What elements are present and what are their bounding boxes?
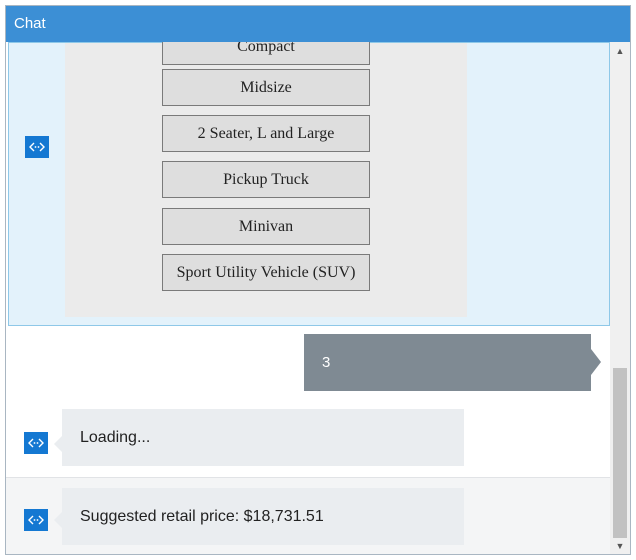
bot-message-loading: Loading...: [62, 409, 464, 466]
choice-minivan[interactable]: Minivan: [162, 208, 370, 245]
choice-2-seater[interactable]: 2 Seater, L and Large: [162, 115, 370, 152]
choice-midsize[interactable]: Midsize: [162, 69, 370, 106]
bot-message-tail: [54, 436, 62, 452]
bot-message-choices[interactable]: Compact Midsize 2 Seater, L and Large Pi…: [8, 42, 610, 326]
bot-message-tail: [54, 512, 62, 528]
user-message: 3: [304, 334, 591, 391]
bot-message-result: Suggested retail price: $18,731.51: [62, 488, 464, 545]
user-message-tail: [591, 349, 601, 375]
choice-pickup-truck[interactable]: Pickup Truck: [162, 161, 370, 198]
bot-code-icon: [24, 432, 48, 454]
window-title: Chat: [6, 6, 630, 42]
chat-history: Compact Midsize 2 Seater, L and Large Pi…: [6, 42, 612, 554]
bot-code-icon: [24, 509, 48, 531]
vertical-scrollbar[interactable]: ▲ ▼: [610, 42, 630, 554]
bot-code-icon: [25, 136, 49, 158]
bot-message-row: Suggested retail price: $18,731.51: [6, 477, 612, 554]
choice-card: Compact Midsize 2 Seater, L and Large Pi…: [65, 42, 467, 317]
choice-suv[interactable]: Sport Utility Vehicle (SUV): [162, 254, 370, 291]
choice-compact[interactable]: Compact: [162, 42, 370, 65]
chevron-up-icon[interactable]: ▲: [610, 42, 630, 59]
chat-window: Chat Compact Midsize 2 Seater, L and Lar…: [5, 5, 631, 555]
scroll-thumb[interactable]: [613, 368, 627, 538]
chevron-down-icon[interactable]: ▼: [610, 537, 630, 554]
